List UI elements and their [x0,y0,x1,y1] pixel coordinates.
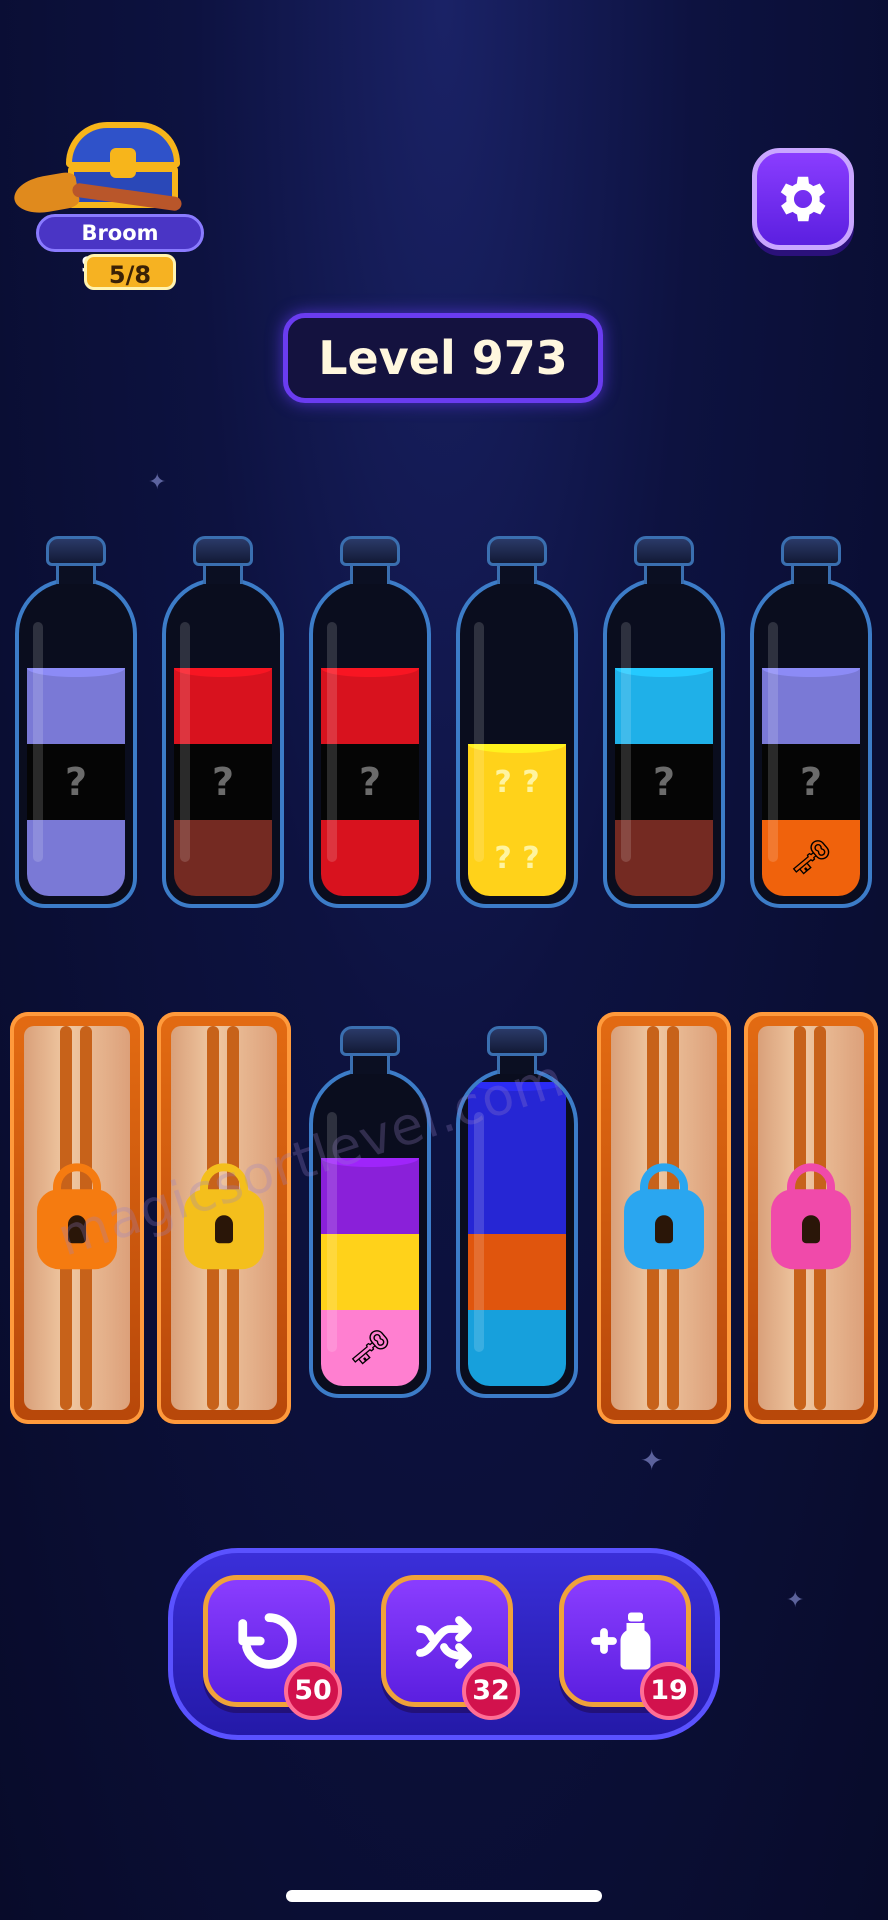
broom-streak[interactable]: Broom Streak 5/8 [11,118,214,298]
padlock-icon [771,1163,851,1270]
glass-shine [180,622,190,862]
mystery-sparkle-icon: ? ? [494,840,540,876]
glass-shine [621,622,631,862]
keyhole [655,1215,673,1244]
question-mark-icon: ? [652,760,676,804]
bottle[interactable]: ? [15,536,137,908]
undo-count-badge: 50 [284,1662,342,1720]
locked-slot[interactable] [597,1012,731,1424]
add-bottle-count-badge: 19 [640,1662,698,1720]
gear-icon [780,176,826,222]
bottle-cap [193,536,253,566]
question-mark-icon: ? [211,760,235,804]
shuffle-icon [416,1616,472,1669]
action-bar: 50 32 19 [168,1548,720,1740]
locked-slot[interactable] [744,1012,878,1424]
shuffle-count-badge: 32 [462,1662,520,1720]
bottle[interactable]: ? ? ? ? [456,536,578,908]
add-bottle-icon [591,1612,651,1670]
bottle[interactable]: ? [309,536,431,908]
glass-shine [474,622,484,862]
bottle[interactable]: 🗝 [309,1026,431,1398]
sparkle-icon: ✦ [786,1588,805,1613]
bottle[interactable]: ? 🗝 [750,536,872,908]
shuffle-button[interactable]: 32 [381,1575,520,1720]
glass-shine [474,1112,484,1352]
streak-count: 5/8 [84,254,176,290]
key-icon: 🗝 [789,838,833,878]
undo-icon [238,1613,297,1669]
bottle-glass: ? [309,578,431,908]
bottle-cap [634,536,694,566]
bottle-cap [340,536,400,566]
bottle[interactable]: ? [603,536,725,908]
wood-panel [611,1026,717,1410]
padlock-icon [624,1163,704,1270]
glass-shine [768,622,778,862]
glass-shine [327,622,337,862]
streak-label: Broom Streak [36,214,204,277]
key-icon: 🗝 [348,1328,392,1368]
level-title: Level 973 [283,313,603,403]
bottle-glass: ? [162,578,284,908]
sparkle-icon: ✦ [148,470,167,495]
question-mark-icon: ? [799,760,823,804]
keyhole [802,1215,820,1244]
add-bottle-button[interactable]: 19 [559,1575,698,1720]
bottle-cap [487,1026,547,1056]
home-indicator[interactable] [286,1890,602,1902]
bottle-glass: ? [603,578,725,908]
broom-icon [11,170,184,218]
bottle-glass: ? 🗝 [750,578,872,908]
sparkle-icon: ✦ [640,1444,664,1477]
mystery-sparkle-icon: ? ? [494,764,540,800]
settings-button[interactable] [752,148,854,250]
bottle-glass: ? [15,578,137,908]
bottle-cap [46,536,106,566]
bottle[interactable]: ? [162,536,284,908]
undo-button[interactable]: 50 [203,1575,342,1720]
bottle-cap [487,536,547,566]
question-mark-icon: ? [358,760,382,804]
question-mark-icon: ? [64,760,88,804]
bottle-cap [340,1026,400,1056]
glass-shine [33,622,43,862]
bottle-cap [781,536,841,566]
wood-panel [758,1026,864,1410]
bottle-glass: ? ? ? ? [456,578,578,908]
